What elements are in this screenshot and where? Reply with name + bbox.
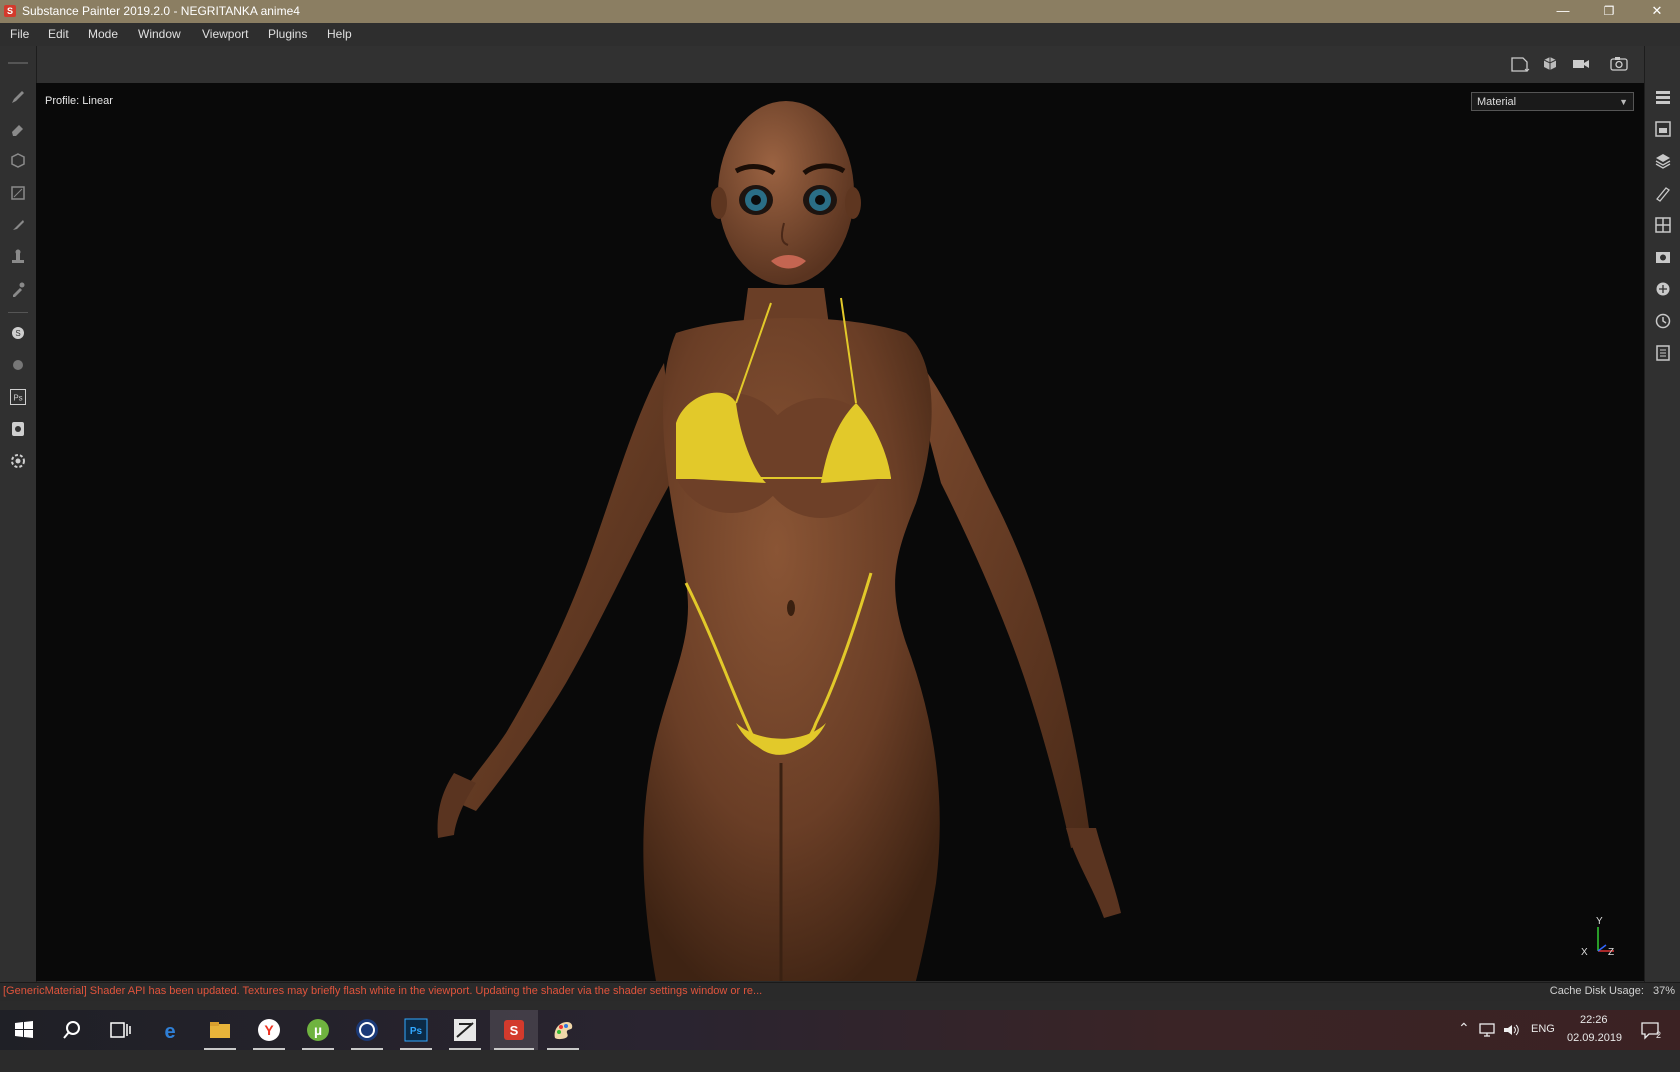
smudge-icon[interactable] bbox=[9, 216, 27, 234]
substance-source-icon[interactable]: S bbox=[9, 324, 27, 342]
minimize-button[interactable]: — bbox=[1540, 0, 1586, 23]
status-bar: [GenericMaterial] Shader API has been up… bbox=[0, 982, 1680, 1001]
history-clock-icon[interactable] bbox=[1654, 312, 1672, 330]
menu-file[interactable]: File bbox=[10, 27, 29, 41]
substance-share-icon[interactable] bbox=[9, 356, 27, 374]
axis-gizmo: X Y Z bbox=[1581, 916, 1614, 958]
layers-list-icon[interactable] bbox=[1654, 88, 1672, 106]
photoshop-export-icon[interactable]: Ps bbox=[9, 388, 27, 406]
menu-edit[interactable]: Edit bbox=[48, 27, 69, 41]
log-list-icon[interactable] bbox=[1654, 344, 1672, 362]
3d-view-icon[interactable] bbox=[1541, 55, 1561, 73]
menu-help[interactable]: Help bbox=[327, 27, 352, 41]
settings-gear-icon[interactable] bbox=[9, 452, 27, 470]
texture-set-settings-icon[interactable] bbox=[1654, 120, 1672, 138]
zbrush-icon[interactable] bbox=[453, 1018, 477, 1042]
3d-model-render bbox=[437, 101, 1121, 981]
camera-video-icon[interactable] bbox=[1572, 55, 1592, 73]
svg-text:e: e bbox=[164, 1021, 175, 1042]
eraser-icon[interactable] bbox=[9, 120, 27, 138]
window-title: Substance Painter 2019.2.0 - NEGRITANKA … bbox=[22, 4, 300, 18]
start-icon[interactable] bbox=[12, 1018, 36, 1042]
properties-brush-icon[interactable] bbox=[1654, 184, 1672, 202]
resources-updater-icon[interactable] bbox=[9, 420, 27, 438]
utorrent-icon[interactable]: µ bbox=[306, 1018, 330, 1042]
clone-stamp-icon[interactable] bbox=[9, 248, 27, 266]
svg-text:µ: µ bbox=[314, 1022, 322, 1038]
windows-taskbar: e Y µ Ps S ⌃ ENG 22:26 02.09.2019 2 bbox=[0, 1010, 1680, 1050]
menu-bar: File Edit Mode Window Viewport Plugins H… bbox=[0, 23, 1680, 46]
tray-overflow-chevron-icon[interactable]: ⌃ bbox=[1458, 1020, 1470, 1060]
viewport-toolbar bbox=[36, 46, 1644, 84]
paint-brush-icon[interactable] bbox=[9, 88, 27, 106]
layers-stack-icon[interactable] bbox=[1654, 152, 1672, 170]
display-settings-icon[interactable] bbox=[1654, 248, 1672, 266]
svg-text:Ps: Ps bbox=[410, 1026, 423, 1037]
yandex-browser-icon[interactable]: Y bbox=[257, 1018, 281, 1042]
task-view-icon[interactable] bbox=[108, 1018, 132, 1042]
geometry-decal-icon[interactable] bbox=[9, 184, 27, 202]
notification-count-badge: 2 bbox=[1656, 1030, 1662, 1040]
restore-button[interactable]: ❐ bbox=[1586, 0, 1632, 23]
title-bar: S Substance Painter 2019.2.0 - NEGRITANK… bbox=[0, 0, 1680, 23]
viewer-settings-icon[interactable] bbox=[1654, 280, 1672, 298]
color-picker-icon[interactable] bbox=[9, 280, 27, 298]
shelf-grid-icon[interactable] bbox=[1654, 216, 1672, 234]
toolbar-separator bbox=[8, 312, 28, 313]
cache-disk-usage: Cache Disk Usage: 37% bbox=[1550, 985, 1675, 997]
paint-icon[interactable] bbox=[551, 1018, 575, 1042]
display-mode-icon[interactable] bbox=[1510, 55, 1530, 73]
3d-viewport[interactable]: Profile: Linear Material ▼ X Y Z bbox=[36, 83, 1644, 981]
edge-icon[interactable]: e bbox=[158, 1018, 182, 1042]
left-tool-bar: S Ps bbox=[0, 46, 37, 982]
cache-label: Cache Disk Usage: bbox=[1549, 985, 1644, 997]
axis-x-label: X bbox=[1581, 947, 1588, 958]
axis-y-label: Y bbox=[1596, 916, 1603, 927]
cache-value: 37% bbox=[1652, 985, 1675, 997]
volume-icon[interactable] bbox=[1502, 1021, 1520, 1039]
projection-icon[interactable] bbox=[9, 152, 27, 170]
svg-text:S: S bbox=[15, 329, 20, 338]
file-explorer-icon[interactable] bbox=[208, 1018, 232, 1042]
right-panel-bar bbox=[1644, 46, 1680, 982]
clock-date[interactable]: 02.09.2019 bbox=[1567, 1032, 1622, 1072]
network-icon[interactable] bbox=[1478, 1021, 1496, 1039]
menu-window[interactable]: Window bbox=[138, 27, 181, 41]
input-language[interactable]: ENG bbox=[1531, 1023, 1555, 1063]
close-button[interactable]: ✕ bbox=[1634, 0, 1680, 23]
cinema4d-icon[interactable] bbox=[355, 1018, 379, 1042]
status-message[interactable]: [GenericMaterial] Shader API has been up… bbox=[3, 985, 762, 997]
svg-text:S: S bbox=[510, 1023, 519, 1038]
menu-mode[interactable]: Mode bbox=[88, 27, 118, 41]
photoshop-icon[interactable]: Ps bbox=[404, 1018, 428, 1042]
search-icon[interactable] bbox=[60, 1018, 84, 1042]
substance-painter-icon[interactable]: S bbox=[502, 1018, 526, 1042]
menu-viewport[interactable]: Viewport bbox=[202, 27, 248, 41]
substance-painter-app-icon: S bbox=[4, 5, 16, 17]
toolbar-grip bbox=[8, 62, 28, 64]
svg-text:Ps: Ps bbox=[13, 394, 22, 403]
svg-text:Y: Y bbox=[264, 1022, 274, 1038]
screenshot-camera-icon[interactable] bbox=[1609, 55, 1629, 73]
menu-plugins[interactable]: Plugins bbox=[268, 27, 307, 41]
axis-z-label: Z bbox=[1608, 947, 1614, 958]
